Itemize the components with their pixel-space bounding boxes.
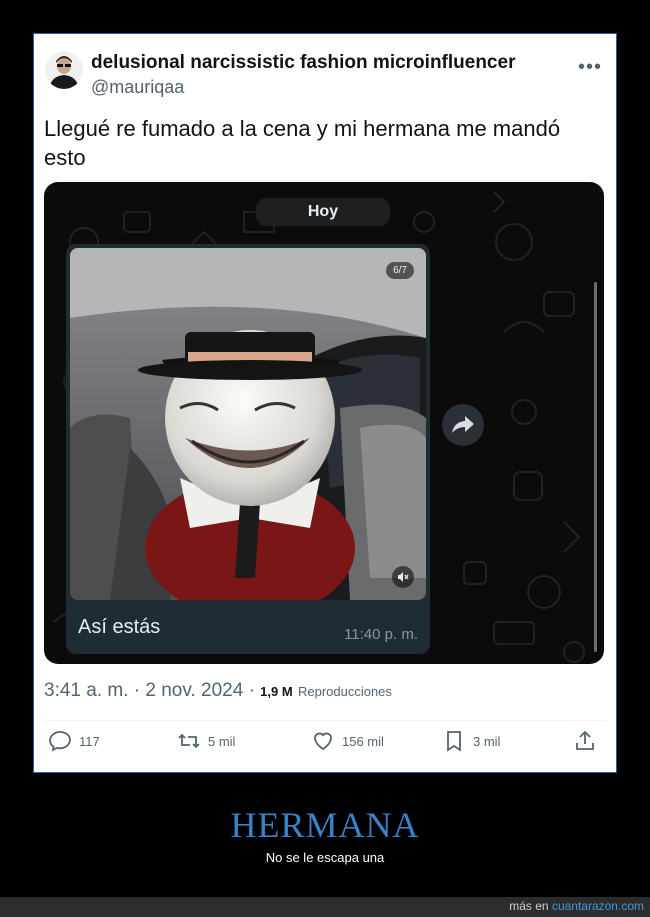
tweet-timestamp[interactable]: 3:41 a. m. · 2 nov. 2024 [44, 680, 243, 701]
retweet-icon [178, 733, 200, 749]
tweet-text: Llegué re fumado a la cena y mi hermana … [44, 116, 561, 170]
heart-icon [314, 732, 332, 751]
reply-icon [49, 731, 71, 752]
tweet-card: delusional narcissistic fashion microinf… [33, 33, 617, 773]
day-separator: Hoy [256, 198, 390, 226]
footer-link[interactable]: cuantarazon.com [552, 899, 644, 913]
action-bar: 117 5 mil 156 mil 3 mil [34, 729, 616, 759]
share-icon [576, 730, 594, 750]
retweet-count: 5 mil [208, 733, 236, 749]
message-photo[interactable]: 6/7 [70, 248, 426, 600]
retweet-button[interactable]: 5 mil [177, 729, 235, 753]
like-count: 156 mil [342, 733, 384, 749]
message-caption: Así estás [78, 616, 161, 638]
message-bubble[interactable]: 6/7 Así estás 11:40 p. m. [66, 244, 430, 654]
reply-button[interactable]: 117 [48, 729, 100, 753]
bookmark-button[interactable]: 3 mil [442, 729, 500, 753]
reply-count: 117 [79, 733, 100, 749]
mute-icon[interactable] [392, 566, 414, 588]
page-subtitle: No se le escapa una [265, 850, 385, 865]
meta-separator: · [248, 680, 261, 701]
footer-bar: más en cuantarazon.com [0, 897, 650, 917]
footer-prefix: más en [509, 899, 549, 913]
tweet-media[interactable]: Hoy 6/7 Así estás 11:40 p. m. [44, 182, 604, 664]
views-label: Reproducciones [297, 684, 392, 699]
bookmark-count: 3 mil [473, 733, 501, 749]
share-button[interactable] [573, 729, 597, 753]
divider [44, 720, 606, 721]
like-button[interactable]: 156 mil [311, 729, 384, 753]
page-title: HERMANA [230, 805, 420, 845]
egg-man-photo [70, 248, 426, 600]
footer-text: más en cuantarazon.com [509, 899, 644, 913]
author-name[interactable]: delusional narcissistic fashion microinf… [91, 52, 515, 74]
author-handle[interactable]: @mauriqaa [91, 77, 184, 98]
avatar[interactable] [45, 51, 83, 89]
media-counter: 6/7 [386, 262, 414, 279]
forward-icon[interactable] [442, 404, 484, 446]
message-timestamp: 11:40 p. m. [344, 626, 418, 643]
tweet-meta: 3:41 a. m. · 2 nov. 2024 · 1,9 M Reprodu… [44, 680, 392, 702]
more-options-icon[interactable]: ••• [578, 56, 602, 79]
bookmark-icon [447, 731, 461, 752]
views-count: 1,9 M [260, 684, 293, 699]
scrollbar[interactable] [594, 282, 597, 652]
